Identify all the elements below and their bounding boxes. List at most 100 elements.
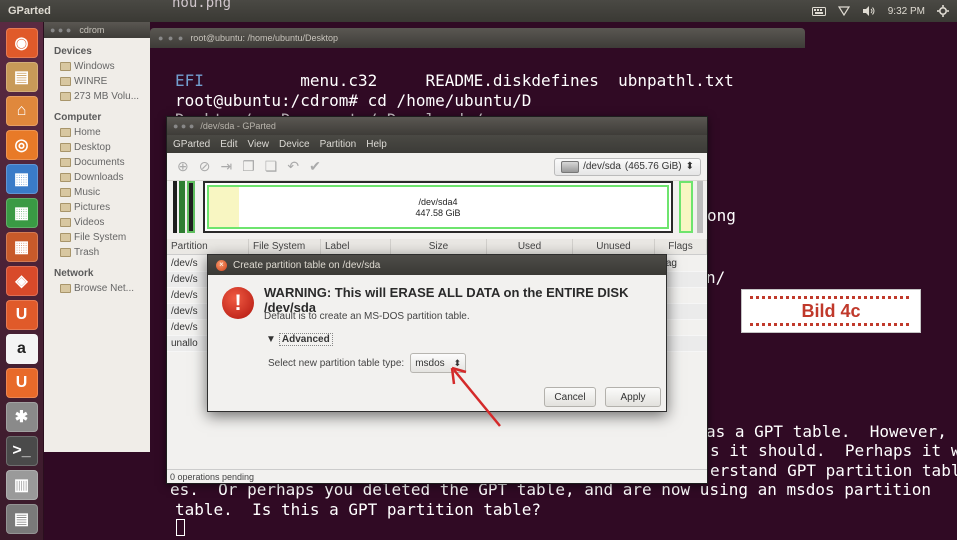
launcher-system-settings-icon[interactable]: ✱ <box>5 402 38 432</box>
paste-icon[interactable]: ❏ <box>265 158 278 175</box>
column-header-unused[interactable]: Unused <box>573 239 655 254</box>
partition-block-2[interactable] <box>179 181 185 233</box>
apply-icon[interactable]: ✔ <box>309 158 321 175</box>
volume-icon[interactable] <box>862 6 876 16</box>
terminal-line-top: nou.png <box>172 0 232 11</box>
partition-cell: /dev/s <box>171 290 198 301</box>
files-title: cdrom <box>79 25 105 35</box>
partition-block-3[interactable] <box>187 181 195 233</box>
menu-device[interactable]: Device <box>279 139 310 150</box>
launcher-writer-icon[interactable]: ▦ <box>5 164 38 194</box>
place-label: Documents <box>74 157 125 168</box>
apply-button[interactable]: Apply <box>605 387 661 407</box>
place-label: Videos <box>74 217 105 228</box>
place-item[interactable]: Documents <box>44 155 150 170</box>
clock[interactable]: 9:32 PM <box>888 6 925 17</box>
new-partition-icon[interactable]: ⊕ <box>177 158 189 175</box>
files-window-controls-icon[interactable]: ● ● ● <box>50 25 71 35</box>
status-bar: 0 operations pending <box>167 469 707 483</box>
device-item[interactable]: 273 MB Volu... <box>44 89 150 104</box>
column-header-file-system[interactable]: File System <box>249 239 321 254</box>
keyboard-icon[interactable] <box>811 6 826 16</box>
device-selector[interactable]: /dev/sda (465.76 GiB) ⬍ <box>554 157 701 176</box>
terminal-line-a: as a GPT table. However, <box>706 422 947 441</box>
place-item[interactable]: Desktop <box>44 140 150 155</box>
launcher-ubuntu-one-icon[interactable]: U <box>5 300 38 330</box>
column-header-flags[interactable]: Flags <box>655 239 707 254</box>
device-item[interactable]: Windows <box>44 59 150 74</box>
place-item[interactable]: Pictures <box>44 200 150 215</box>
undo-icon[interactable]: ↶ <box>287 158 299 175</box>
launcher-impress-icon[interactable]: ▦ <box>5 232 38 262</box>
triangle-down-icon: ▼ <box>266 334 276 345</box>
launcher-disks-icon[interactable]: ▥ <box>5 470 38 500</box>
terminal-line-b: s it should. Perhaps it w <box>710 441 957 460</box>
column-header-used[interactable]: Used <box>487 239 573 254</box>
figure-label-box: Bild 4c <box>741 289 921 333</box>
launcher-files-icon[interactable]: ▤ <box>5 62 38 92</box>
terminal-line-c: erstand GPT partition tabl <box>710 461 957 480</box>
menu-view[interactable]: View <box>247 139 269 150</box>
menu-gparted[interactable]: GParted <box>173 139 210 150</box>
launcher-ubuntu-one-music-icon[interactable]: U <box>5 368 38 398</box>
place-item[interactable]: Music <box>44 185 150 200</box>
drive-icon <box>60 62 71 71</box>
place-item[interactable]: Downloads <box>44 170 150 185</box>
menu-edit[interactable]: Edit <box>220 139 237 150</box>
terminal-line-1-rest: menu.c32 README.diskdefines ubnpathl.txt <box>203 71 734 90</box>
network-icon[interactable] <box>837 6 850 16</box>
unallocated-block[interactable] <box>697 181 703 233</box>
terminal-line-e: table. Is this a GPT partition table? <box>175 500 542 519</box>
device-size: (465.76 GiB) <box>624 161 682 172</box>
disk-icon <box>561 160 580 173</box>
devices-header: Devices <box>54 46 92 57</box>
launcher-firefox-icon[interactable]: ◎ <box>5 130 38 160</box>
launcher-calc-icon[interactable]: ▦ <box>5 198 38 228</box>
drive-icon <box>60 77 71 86</box>
folder-icon <box>60 248 71 257</box>
gparted-toolbar: ⊕ ⊘ ⇥ ❐ ❏ ↶ ✔ /dev/sda (465.76 GiB) ⬍ <box>167 153 707 181</box>
advanced-expander[interactable]: ▼ Advanced <box>266 333 333 346</box>
partition-block-1[interactable] <box>173 181 177 233</box>
close-icon[interactable]: × <box>216 259 227 271</box>
delete-icon[interactable]: ⊘ <box>199 158 211 175</box>
place-item[interactable]: Home <box>44 125 150 140</box>
menu-partition[interactable]: Partition <box>320 139 357 150</box>
computer-header: Computer <box>54 112 102 123</box>
network-header: Network <box>54 268 94 279</box>
copy-icon[interactable]: ❐ <box>242 158 255 175</box>
column-header-partition[interactable]: Partition <box>167 239 249 254</box>
folder-icon <box>60 218 71 227</box>
menu-help[interactable]: Help <box>366 139 387 150</box>
dialog-title: Create partition table on /dev/sda <box>233 259 381 271</box>
partition-block-5[interactable] <box>679 181 693 233</box>
place-item[interactable]: File System <box>44 230 150 245</box>
launcher-home-folder-icon[interactable]: ⌂ <box>5 96 38 126</box>
launcher-ubuntu-dash-icon[interactable]: ◉ <box>5 28 38 58</box>
window-controls-icon[interactable]: ● ● ● <box>158 33 184 43</box>
files-titlebar: ● ● ● cdrom <box>44 22 150 38</box>
network-item[interactable]: Browse Net... <box>44 281 150 296</box>
resize-icon[interactable]: ⇥ <box>220 158 232 175</box>
indicator-area: 9:32 PM <box>811 5 949 17</box>
terminal-line-2: root@ubuntu:/cdrom# cd /home/ubuntu/D <box>175 91 532 110</box>
launcher-amazon-icon[interactable]: a <box>5 334 38 364</box>
place-item[interactable]: Trash <box>44 245 150 260</box>
place-label: Trash <box>74 247 100 258</box>
place-label: File System <box>74 232 127 243</box>
column-header-label[interactable]: Label <box>321 239 391 254</box>
device-item[interactable]: WINRE <box>44 74 150 89</box>
column-header-size[interactable]: Size <box>391 239 487 254</box>
launcher-software-center-icon[interactable]: ◈ <box>5 266 38 296</box>
sda4-name: /dev/sda4 <box>418 197 458 207</box>
launcher-workspaces-icon[interactable]: ▤ <box>5 504 38 534</box>
cancel-button[interactable]: Cancel <box>544 387 596 407</box>
gparted-window-controls-icon[interactable]: ● ● ● <box>173 121 194 131</box>
partition-sda4-block[interactable]: /dev/sda4 447.58 GiB <box>203 181 673 233</box>
gparted-menubar: GParted Edit View Device Partition Help <box>167 135 707 153</box>
drive-icon <box>60 92 71 101</box>
place-label: Downloads <box>74 172 124 183</box>
gear-icon[interactable] <box>937 5 949 17</box>
launcher-terminal-icon[interactable]: >_ <box>5 436 38 466</box>
place-item[interactable]: Videos <box>44 215 150 230</box>
